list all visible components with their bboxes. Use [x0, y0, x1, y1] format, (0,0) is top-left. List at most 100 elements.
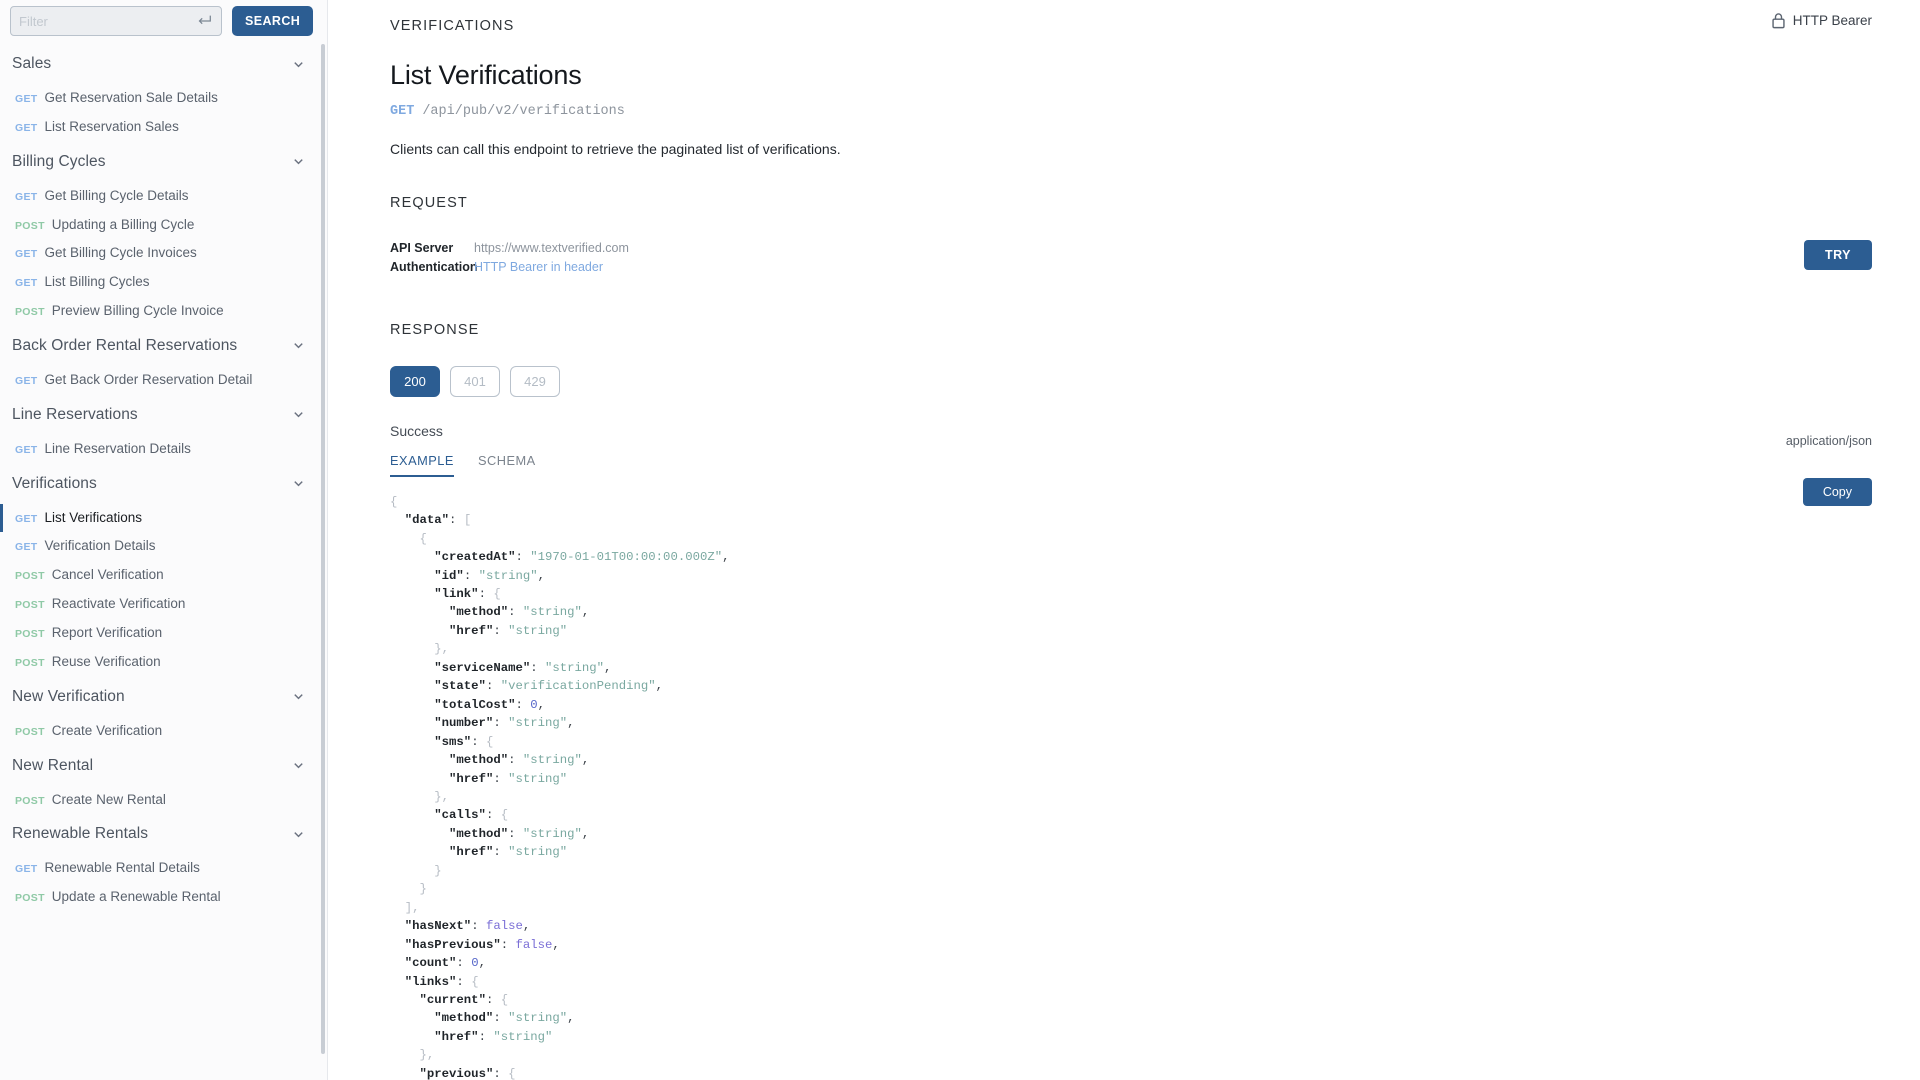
sidebar-item-reuse-verification[interactable]: POST Reuse Verification [0, 648, 327, 677]
sidebar-item-label: Create Verification [51, 722, 163, 738]
sidebar-item-method: POST [15, 725, 45, 738]
sidebar-item-method: GET [15, 541, 38, 554]
status-tab-200[interactable]: 200 [390, 365, 440, 397]
sidebar-item-line-reservation-details[interactable]: GET Line Reservation Details [0, 435, 327, 464]
response-status-tabs: 200 401 429 [390, 365, 1920, 397]
search-button[interactable]: SEARCH [232, 6, 314, 36]
request-details-table: API Server https://www.textverified.com … [390, 239, 1920, 278]
sidebar-item-method: POST [15, 656, 45, 669]
sidebar-item-method: GET [15, 863, 38, 876]
status-tab-401[interactable]: 401 [450, 365, 500, 397]
sidebar-item-label: Get Billing Cycle Details [44, 187, 189, 203]
sidebar-item-method: POST [15, 627, 45, 640]
response-section-heading: RESPONSE [390, 321, 480, 338]
sidebar-item-label: Report Verification [51, 624, 163, 640]
status-tab-429[interactable]: 429 [510, 365, 560, 397]
sidebar-item-list-reservation-sales[interactable]: GET List Reservation Sales [0, 113, 327, 142]
sidebar-group-header[interactable]: New Rental [0, 746, 327, 786]
sidebar-item-method: POST [15, 892, 45, 905]
chevron-down-icon [294, 412, 303, 418]
tab-example[interactable]: EXAMPLE [390, 453, 454, 477]
page-title: List Verifications [390, 60, 582, 90]
api-server-label: API Server [390, 241, 454, 255]
sidebar-item-method: GET [15, 277, 38, 290]
tab-schema[interactable]: SCHEMA [478, 453, 536, 477]
response-view-tabs: EXAMPLE SCHEMA [390, 453, 1920, 477]
sidebar-item-method: GET [15, 93, 38, 105]
sidebar-group-title: New Rental [12, 756, 94, 774]
page-eyebrow: VERIFICATIONS [390, 18, 515, 34]
sidebar-item-create-new-rental[interactable]: POST Create New Rental [0, 786, 327, 815]
search-input[interactable] [19, 13, 195, 29]
auth-badge-label: HTTP Bearer [1792, 13, 1872, 28]
sidebar-scrollbar[interactable] [321, 44, 325, 1054]
chevron-down-icon [294, 61, 303, 67]
endpoint-description: Clients can call this endpoint to retrie… [390, 141, 841, 157]
try-button[interactable]: TRY [1803, 240, 1872, 270]
sidebar-item-list-billing-cycles[interactable]: GET List Billing Cycles [0, 268, 327, 297]
sidebar-item-label: List Reservation Sales [44, 118, 179, 134]
lock-icon [1772, 13, 1785, 29]
sidebar-group-title: New Verification [12, 687, 125, 705]
response-example-code: { "data": [ { "createdAt": "1970-01-01T0… [390, 494, 730, 1080]
sidebar-group-header[interactable]: Billing Cycles [0, 142, 327, 182]
sidebar-item-method: POST [15, 306, 45, 319]
sidebar-item-label: Renewable Rental Details [44, 860, 200, 876]
sidebar-item-verification-details[interactable]: GET Verification Details [0, 532, 327, 561]
sidebar-item-method: GET [15, 248, 38, 261]
sidebar-item-renewable-rental-details[interactable]: GET Renewable Rental Details [0, 854, 327, 883]
sidebar-nav: Sales GET Get Reservation Sale Details GET L… [0, 44, 327, 932]
authentication-value-link[interactable]: HTTP Bearer in header [474, 258, 603, 277]
sidebar-item-list-verifications[interactable]: GET List Verifications [0, 503, 327, 533]
copy-button[interactable]: Copy [1802, 478, 1872, 506]
sidebar-group-title: Line Reservations [12, 405, 138, 423]
sidebar-item-get-billing-cycle-details[interactable]: GET Get Billing Cycle Details [0, 182, 327, 211]
sidebar-item-method: POST [15, 599, 45, 612]
sidebar-item-label: List Billing Cycles [44, 274, 150, 290]
sidebar-group-header[interactable]: New Verification [0, 677, 327, 717]
sidebar-group-header[interactable]: Line Reservations [0, 395, 327, 435]
sidebar-item-method: GET [15, 512, 38, 525]
authentication-row: Authentication HTTP Bearer in header [390, 258, 1920, 277]
sidebar-item-method: GET [15, 190, 38, 203]
sidebar-group-header[interactable]: Renewable Rentals [0, 814, 327, 854]
search-input-wrapper[interactable] [10, 6, 222, 36]
chevron-down-icon [294, 694, 303, 700]
sidebar-item-method: POST [15, 794, 45, 807]
sidebar-group-title: Sales [12, 55, 52, 72]
sidebar-item-get-reservation-sale-details[interactable]: GET Get Reservation Sale Details [0, 84, 327, 113]
sidebar-group-header[interactable]: Back Order Rental Reservations [0, 326, 327, 366]
main-content: HTTP Bearer VERIFICATIONS List Verificat… [328, 0, 1920, 1080]
sidebar-item-updating-a-billing-cycle[interactable]: POST Updating a Billing Cycle [0, 211, 327, 240]
sidebar-item-update-a-renewable-rental[interactable]: POST Update a Renewable Rental [0, 883, 327, 912]
sidebar-search-row: SEARCH [0, 0, 327, 44]
api-server-row: API Server https://www.textverified.com [390, 239, 1920, 258]
sidebar-group-title: Verifications [12, 474, 97, 492]
sidebar-item-cancel-verification[interactable]: POST Cancel Verification [0, 561, 327, 590]
sidebar-item-method: GET [15, 374, 38, 387]
sidebar-item-method: GET [15, 121, 38, 134]
sidebar-item-label: Reactivate Verification [51, 596, 186, 612]
sidebar-item-get-billing-cycle-invoices[interactable]: GET Get Billing Cycle Invoices [0, 239, 327, 268]
sidebar-item-label: Updating a Billing Cycle [51, 216, 195, 232]
chevron-down-icon [294, 159, 303, 165]
sidebar-item-label: Preview Billing Cycle Invoice [51, 303, 224, 319]
chevron-down-icon [294, 481, 303, 487]
api-docs-page: SEARCH Sales GET Get Reservation Sale Deta… [0, 0, 1920, 1080]
endpoint-method: GET [390, 104, 415, 119]
sidebar-item-label: Update a Renewable Rental [51, 889, 221, 905]
sidebar-item-method: POST [15, 570, 45, 583]
chevron-down-icon [294, 763, 303, 769]
sidebar-item-preview-billing-cycle-invoice[interactable]: POST Preview Billing Cycle Invoice [0, 297, 327, 326]
sidebar-group-header[interactable]: Verifications [0, 464, 327, 504]
sidebar-group-title: Billing Cycles [12, 152, 106, 170]
api-server-value: https://www.textverified.com [474, 241, 629, 255]
sidebar-group-header[interactable]: Sales [0, 44, 327, 84]
request-section-heading: REQUEST [390, 195, 468, 211]
sidebar-item-create-verification[interactable]: POST Create Verification [0, 717, 327, 746]
sidebar-item-reactivate-verification[interactable]: POST Reactivate Verification [0, 590, 327, 619]
sidebar-item-label: Get Billing Cycle Invoices [44, 245, 197, 261]
sidebar-item-report-verification[interactable]: POST Report Verification [0, 619, 327, 648]
sidebar-item-get-back-order-reservation-detail[interactable]: GET Get Back Order Reservation Detail [0, 366, 327, 395]
enter-return-icon [198, 15, 211, 25]
